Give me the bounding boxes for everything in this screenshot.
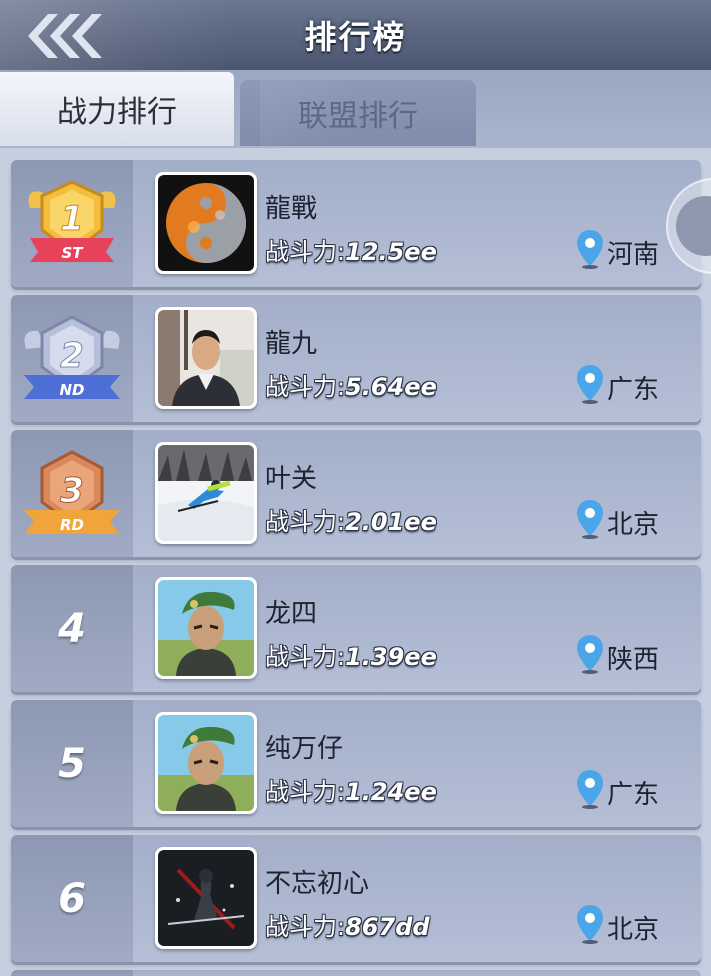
power-value: 12.5ee [345, 238, 437, 266]
player-name: 叶关 [265, 464, 318, 494]
ranking-list: 1 ST 龍戰 战斗力:12.5ee 河南 2 ND 龍九 战斗力:5.64ee… [0, 148, 711, 976]
power-label: 战斗力: [265, 913, 346, 941]
top-bar: 排行榜 [0, 0, 711, 70]
location: 陕西 [575, 631, 659, 675]
avatar[interactable] [155, 442, 257, 544]
power-value: 1.24ee [345, 778, 437, 806]
tab-label: 联盟排行 [298, 99, 418, 134]
rank-cell: 5 [11, 700, 133, 827]
bronze-medal-icon: 3 RD [24, 449, 120, 534]
power-text: 战斗力:2.01ee [265, 502, 437, 537]
player-name: 龍九 [265, 329, 318, 359]
svg-text:1: 1 [60, 199, 84, 239]
avatar[interactable] [155, 577, 257, 679]
power-text: 战斗力:1.39ee [265, 637, 437, 672]
badge-suffix: RD [60, 516, 84, 534]
power-text: 战斗力:867dd [265, 907, 430, 942]
assistant-icon [676, 196, 711, 256]
location-text: 北京 [606, 915, 659, 945]
location: 北京 [575, 901, 659, 945]
ranking-row[interactable]: 4 龙四 战斗力:1.39ee 陕西 [11, 565, 701, 692]
avatar[interactable] [155, 712, 257, 814]
location-text: 广东 [606, 780, 659, 810]
avatar[interactable] [155, 847, 257, 949]
rank-number: 5 [58, 740, 86, 787]
ranking-row[interactable]: 6 不忘初心 战斗力:867dd 北京 [11, 835, 701, 962]
ranking-row[interactable]: 2 ND 龍九 战斗力:5.64ee 广东 [11, 295, 701, 422]
power-value: 5.64ee [345, 373, 437, 401]
power-label: 战斗力: [265, 508, 346, 536]
triple-chevron-left-icon [28, 14, 102, 58]
avatar[interactable] [155, 307, 257, 409]
svg-text:2: 2 [60, 336, 84, 376]
location-text: 北京 [606, 510, 659, 540]
rank-cell: 2 ND [11, 295, 133, 422]
location-text: 河南 [606, 240, 659, 270]
tab-power-ranking[interactable]: 战力排行 [0, 72, 234, 146]
location-pin-icon [576, 230, 603, 269]
ranking-row[interactable]: 5 纯万仔 战斗力:1.24ee 广东 [11, 700, 701, 827]
badge-suffix: ST [61, 244, 84, 262]
avatar[interactable] [155, 172, 257, 274]
power-text: 战斗力:12.5ee [265, 232, 437, 267]
rank-number: 4 [58, 605, 86, 652]
rank-cell [11, 970, 133, 976]
power-text: 战斗力:5.64ee [265, 367, 437, 402]
power-value: 1.39ee [345, 643, 437, 671]
location-text: 陕西 [606, 645, 659, 675]
location: 北京 [575, 496, 659, 540]
power-label: 战斗力: [265, 373, 346, 401]
power-value: 2.01ee [345, 508, 437, 536]
location: 广东 [575, 361, 659, 405]
rank-cell: 4 [11, 565, 133, 692]
yin-yang-icon [158, 175, 254, 271]
player-name: 纯万仔 [265, 734, 344, 764]
tab-label: 战力排行 [57, 95, 177, 130]
location-pin-icon [576, 770, 603, 809]
rank-cell: 6 [11, 835, 133, 962]
tab-alliance-ranking[interactable]: 联盟排行 [240, 80, 476, 146]
svg-text:3: 3 [60, 471, 84, 511]
silver-medal-icon: 2 ND [24, 314, 120, 399]
gold-medal-icon: 1 ST [28, 179, 116, 262]
power-label: 战斗力: [265, 238, 346, 266]
tab-bar: 战力排行 联盟排行 [0, 70, 711, 148]
soldier-green-beret [158, 715, 254, 811]
power-text: 战斗力:1.24ee [265, 772, 437, 807]
power-label: 战斗力: [265, 778, 346, 806]
player-name: 龙四 [265, 599, 318, 629]
location-pin-icon [576, 365, 603, 404]
location-pin-icon [576, 905, 603, 944]
rank-cell: 3 RD [11, 430, 133, 557]
player-name: 龍戰 [265, 194, 318, 224]
ranking-row[interactable]: 1 ST 龍戰 战斗力:12.5ee 河南 [11, 160, 701, 287]
badge-suffix: ND [59, 381, 84, 399]
soldier-green-beret [158, 580, 254, 676]
ranking-row [11, 970, 701, 976]
power-label: 战斗力: [265, 643, 346, 671]
rank-number: 6 [58, 875, 86, 922]
ranking-row[interactable]: 3 RD 叶关 战斗力:2.01ee 北京 [11, 430, 701, 557]
dark-warrior [158, 850, 254, 946]
location: 河南 [575, 226, 659, 270]
location-pin-icon [576, 635, 603, 674]
man-portrait [158, 310, 254, 406]
skier-photo [158, 445, 254, 541]
power-value: 867dd [345, 913, 430, 941]
rank-cell: 1 ST [11, 160, 133, 287]
back-button[interactable] [18, 8, 114, 64]
location-text: 广东 [606, 375, 659, 405]
location-pin-icon [576, 500, 603, 539]
player-name: 不忘初心 [265, 869, 370, 899]
location: 广东 [575, 766, 659, 810]
